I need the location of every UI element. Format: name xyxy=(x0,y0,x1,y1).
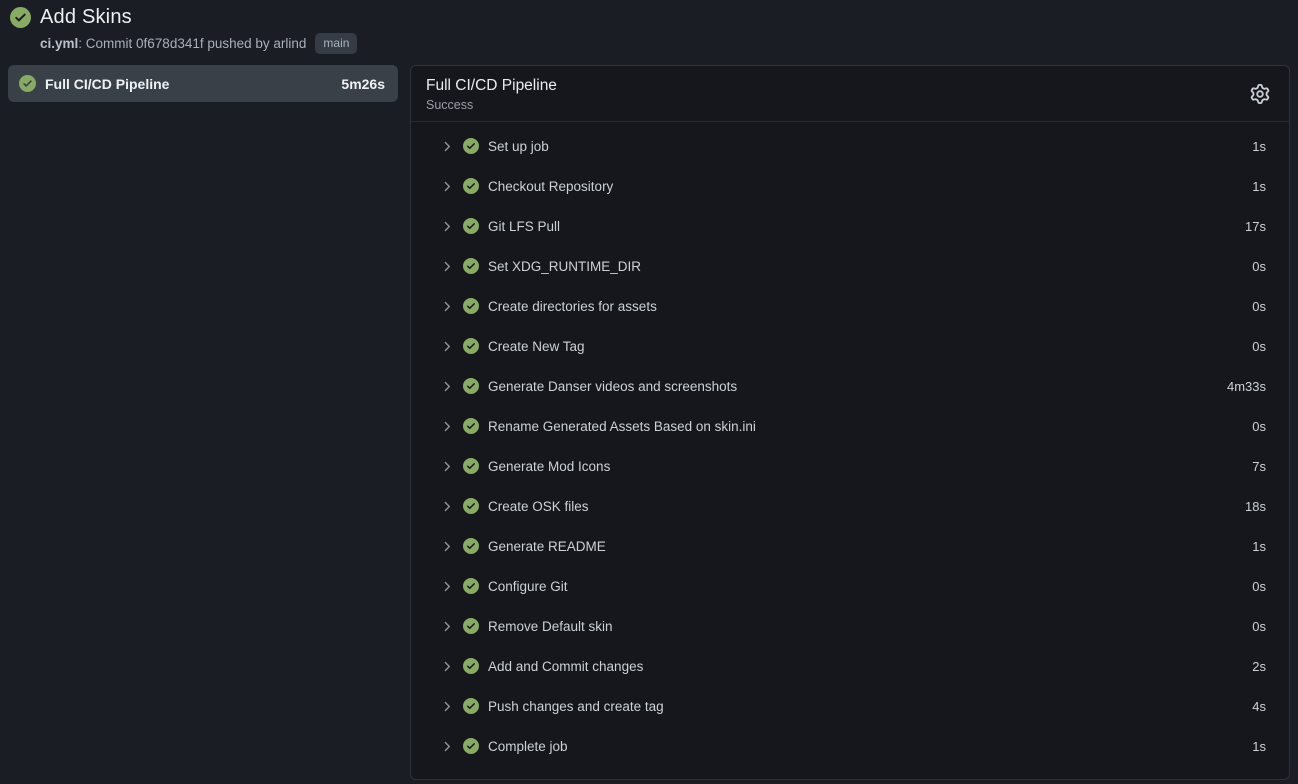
commit-info-text: : Commit 0f678d341f pushed by arlind xyxy=(78,36,306,51)
success-check-circle-icon xyxy=(463,498,479,514)
step-name: Rename Generated Assets Based on skin.in… xyxy=(488,419,1252,434)
success-check-circle-icon xyxy=(463,538,479,554)
steps-list: Set up job 1s Checkout Repository 1s G xyxy=(411,122,1289,775)
step-name: Configure Git xyxy=(488,579,1252,594)
chevron-right-icon[interactable] xyxy=(439,459,454,474)
chevron-right-icon[interactable] xyxy=(439,699,454,714)
step-row[interactable]: Checkout Repository 1s xyxy=(411,166,1289,206)
panel-header: Full CI/CD Pipeline Success xyxy=(411,66,1289,122)
step-name: Set up job xyxy=(488,139,1252,154)
step-name: Push changes and create tag xyxy=(488,699,1252,714)
run-header: Add Skins ci.yml: Commit 0f678d341f push… xyxy=(0,0,1298,54)
step-row[interactable]: Set XDG_RUNTIME_DIR 0s xyxy=(411,246,1289,286)
step-duration: 1s xyxy=(1252,179,1266,194)
chevron-right-icon[interactable] xyxy=(439,739,454,754)
step-row[interactable]: Create OSK files 18s xyxy=(411,486,1289,526)
step-row[interactable]: Generate Mod Icons 7s xyxy=(411,446,1289,486)
step-name: Generate Mod Icons xyxy=(488,459,1252,474)
success-check-circle-icon xyxy=(463,298,479,314)
step-name: Checkout Repository xyxy=(488,179,1252,194)
step-row[interactable]: Complete job 1s xyxy=(411,726,1289,766)
step-name: Complete job xyxy=(488,739,1252,754)
step-duration: 2s xyxy=(1252,659,1266,674)
step-row[interactable]: Push changes and create tag 4s xyxy=(411,686,1289,726)
chevron-right-icon[interactable] xyxy=(439,579,454,594)
step-duration: 1s xyxy=(1252,139,1266,154)
success-check-circle-icon xyxy=(463,698,479,714)
chevron-right-icon[interactable] xyxy=(439,379,454,394)
step-duration: 7s xyxy=(1252,459,1266,474)
step-duration: 0s xyxy=(1252,299,1266,314)
step-name: Create New Tag xyxy=(488,339,1252,354)
success-check-circle-icon xyxy=(463,378,479,394)
jobs-sidebar: Full CI/CD Pipeline 5m26s xyxy=(8,65,398,102)
step-duration: 1s xyxy=(1252,739,1266,754)
step-duration: 0s xyxy=(1252,419,1266,434)
success-check-circle-icon xyxy=(463,178,479,194)
step-row[interactable]: Set up job 1s xyxy=(411,126,1289,166)
step-row[interactable]: Add and Commit changes 2s xyxy=(411,646,1289,686)
step-duration: 0s xyxy=(1252,579,1266,594)
step-name: Set XDG_RUNTIME_DIR xyxy=(488,259,1252,274)
success-check-circle-icon xyxy=(10,7,31,28)
success-check-circle-icon xyxy=(463,418,479,434)
chevron-right-icon[interactable] xyxy=(439,339,454,354)
gear-icon[interactable] xyxy=(1250,84,1270,104)
step-name: Create directories for assets xyxy=(488,299,1252,314)
step-duration: 4m33s xyxy=(1227,379,1266,394)
panel-job-status: Success xyxy=(426,98,1273,112)
step-name: Generate README xyxy=(488,539,1252,554)
step-row[interactable]: Rename Generated Assets Based on skin.in… xyxy=(411,406,1289,446)
step-row[interactable]: Generate Danser videos and screenshots 4… xyxy=(411,366,1289,406)
step-name: Generate Danser videos and screenshots xyxy=(488,379,1227,394)
step-row[interactable]: Configure Git 0s xyxy=(411,566,1289,606)
success-check-circle-icon xyxy=(463,338,479,354)
step-row[interactable]: Generate README 1s xyxy=(411,526,1289,566)
panel-job-title: Full CI/CD Pipeline xyxy=(426,77,1273,95)
chevron-right-icon[interactable] xyxy=(439,539,454,554)
step-duration: 1s xyxy=(1252,539,1266,554)
run-title: Add Skins xyxy=(40,6,132,29)
step-row[interactable]: Git LFS Pull 17s xyxy=(411,206,1289,246)
branch-badge[interactable]: main xyxy=(315,33,357,54)
success-check-circle-icon xyxy=(463,138,479,154)
step-duration: 0s xyxy=(1252,259,1266,274)
step-name: Remove Default skin xyxy=(488,619,1252,634)
step-row[interactable]: Remove Default skin 0s xyxy=(411,606,1289,646)
step-duration: 4s xyxy=(1252,699,1266,714)
success-check-circle-icon xyxy=(463,258,479,274)
chevron-right-icon[interactable] xyxy=(439,139,454,154)
chevron-right-icon[interactable] xyxy=(439,299,454,314)
chevron-right-icon[interactable] xyxy=(439,419,454,434)
job-list-item[interactable]: Full CI/CD Pipeline 5m26s xyxy=(8,65,398,102)
chevron-right-icon[interactable] xyxy=(439,659,454,674)
chevron-right-icon[interactable] xyxy=(439,179,454,194)
success-check-circle-icon xyxy=(463,738,479,754)
step-row[interactable]: Create directories for assets 0s xyxy=(411,286,1289,326)
success-check-circle-icon xyxy=(19,75,36,92)
chevron-right-icon[interactable] xyxy=(439,499,454,514)
success-check-circle-icon xyxy=(463,618,479,634)
step-duration: 0s xyxy=(1252,339,1266,354)
success-check-circle-icon xyxy=(463,458,479,474)
success-check-circle-icon xyxy=(463,578,479,594)
job-name: Full CI/CD Pipeline xyxy=(45,76,332,92)
step-name: Git LFS Pull xyxy=(488,219,1245,234)
step-duration: 18s xyxy=(1245,499,1266,514)
step-row[interactable]: Create New Tag 0s xyxy=(411,326,1289,366)
step-duration: 0s xyxy=(1252,619,1266,634)
workflow-file-name: ci.yml xyxy=(40,36,78,51)
success-check-circle-icon xyxy=(463,658,479,674)
step-name: Add and Commit changes xyxy=(488,659,1252,674)
chevron-right-icon[interactable] xyxy=(439,619,454,634)
chevron-right-icon[interactable] xyxy=(439,259,454,274)
run-subtitle: ci.yml: Commit 0f678d341f pushed by arli… xyxy=(40,33,1288,54)
success-check-circle-icon xyxy=(463,218,479,234)
chevron-right-icon[interactable] xyxy=(439,219,454,234)
step-duration: 17s xyxy=(1245,219,1266,234)
step-name: Create OSK files xyxy=(488,499,1245,514)
job-duration: 5m26s xyxy=(341,76,385,92)
run-panel: Full CI/CD Pipeline Success Set up job 1… xyxy=(410,65,1290,780)
